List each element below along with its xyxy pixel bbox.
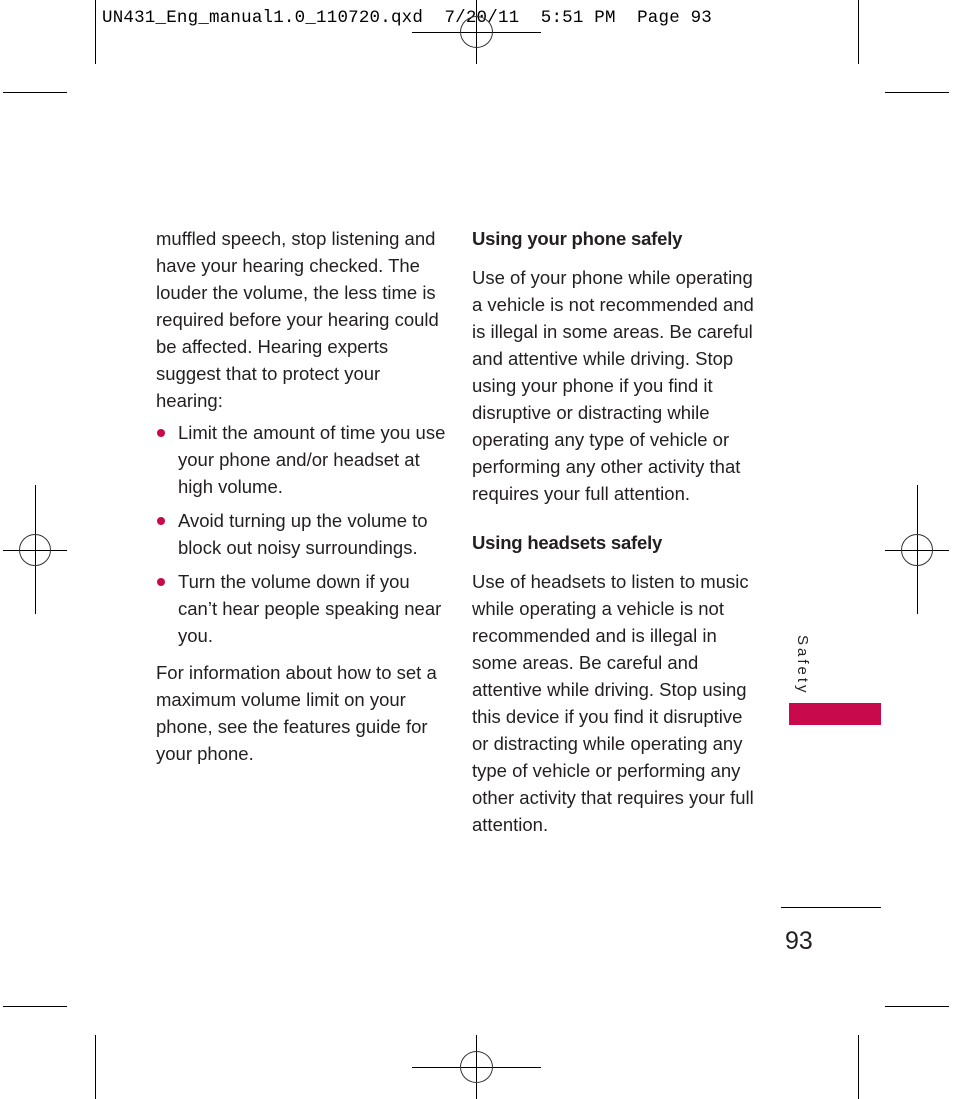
- crop-mark-icon: [858, 0, 859, 64]
- hearing-tips-list: Limit the amount of time you use your ph…: [156, 419, 446, 649]
- chapter-tab-text: Safety: [794, 635, 811, 696]
- section-phone-safety: Using your phone safely Use of your phon…: [472, 225, 762, 507]
- section-body: Use of headsets to listen to music while…: [472, 571, 754, 835]
- list-item: Avoid turning up the volume to block out…: [156, 507, 446, 561]
- crop-mark-icon: [885, 92, 949, 93]
- list-item-text: Avoid turning up the volume to block out…: [178, 510, 428, 558]
- bullet-dot-icon: [157, 517, 165, 525]
- section-heading: Using headsets safely: [472, 532, 663, 553]
- section-headset-safety: Using headsets safely Use of headsets to…: [472, 529, 762, 838]
- list-item-text: Turn the volume down if you can’t hear p…: [178, 571, 442, 646]
- crop-mark-icon: [95, 0, 96, 64]
- section-heading: Using your phone safely: [472, 228, 683, 249]
- right-column: Using your phone safely Use of your phon…: [472, 225, 762, 838]
- chapter-tab-label: Safety: [789, 635, 811, 696]
- crop-mark-icon: [3, 1006, 67, 1007]
- bullet-dot-icon: [157, 429, 165, 437]
- printer-slug-line: UN431_Eng_manual1.0_110720.qxd 7/20/11 5…: [102, 8, 712, 28]
- chapter-tab-bar: [789, 703, 881, 725]
- intro-paragraph: muffled speech, stop listening and have …: [156, 228, 439, 411]
- list-item: Turn the volume down if you can’t hear p…: [156, 568, 446, 649]
- list-item: Limit the amount of time you use your ph…: [156, 419, 446, 500]
- page-number: 93: [785, 927, 813, 955]
- crop-mark-icon: [885, 1006, 949, 1007]
- left-column: muffled speech, stop listening and have …: [156, 225, 446, 767]
- page-number-rule: [781, 907, 881, 908]
- section-body: Use of your phone while operating a vehi…: [472, 267, 754, 504]
- closing-paragraph: For information about how to set a maxim…: [156, 662, 437, 764]
- crop-mark-icon: [858, 1035, 859, 1099]
- bullet-dot-icon: [157, 578, 165, 586]
- crop-mark-icon: [3, 92, 67, 93]
- crop-mark-icon: [95, 1035, 96, 1099]
- list-item-text: Limit the amount of time you use your ph…: [178, 422, 446, 497]
